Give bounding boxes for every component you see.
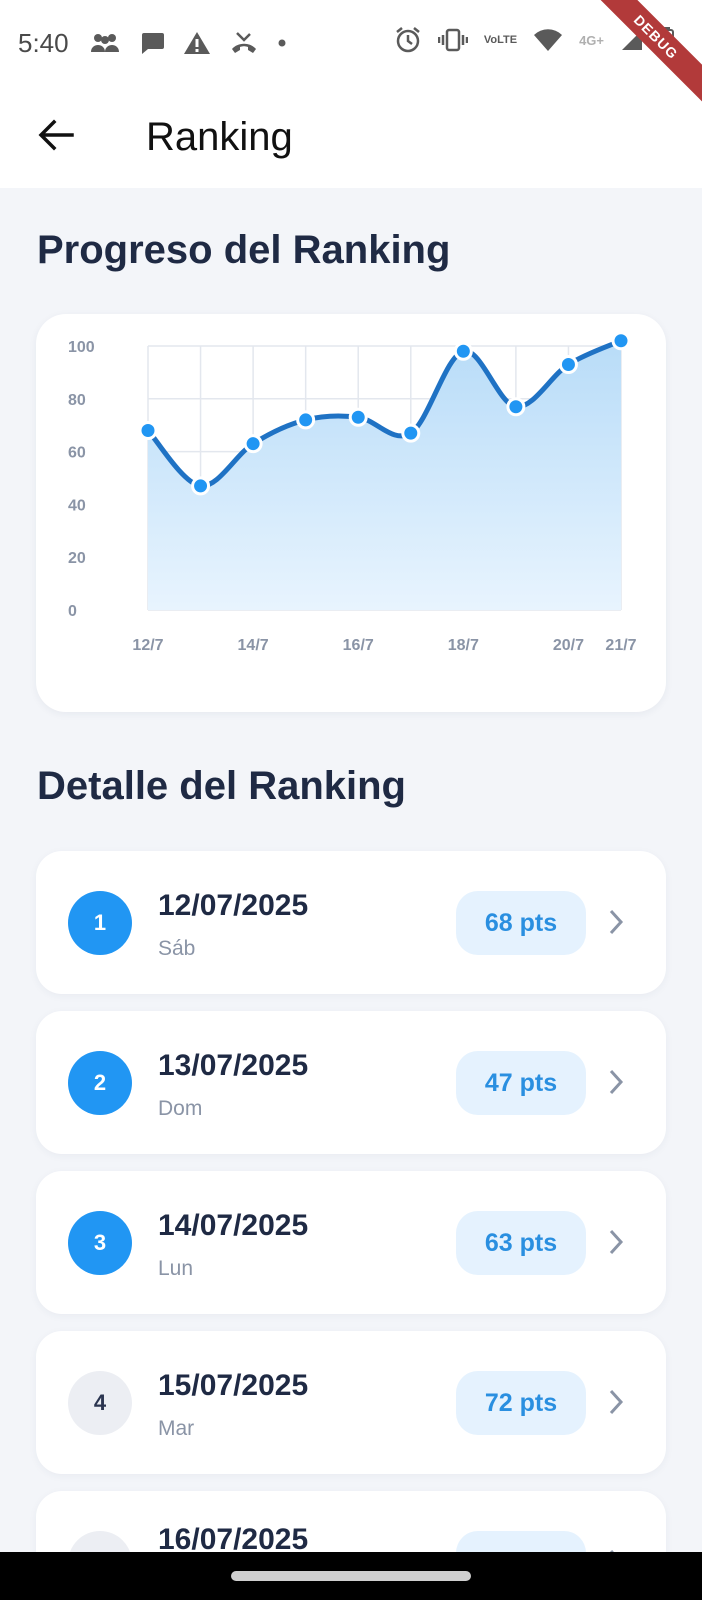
x-tick-label: 16/7 bbox=[343, 637, 374, 654]
back-button[interactable] bbox=[24, 105, 88, 169]
y-tick-label: 80 bbox=[68, 392, 86, 409]
rank-day: Dom bbox=[158, 1097, 203, 1120]
y-tick-label: 100 bbox=[68, 339, 95, 356]
arrow-back-icon bbox=[38, 119, 74, 156]
detail-section-title: Detalle del Ranking bbox=[37, 764, 406, 808]
status-time: 5:40 bbox=[18, 27, 69, 58]
progress-section-title: Progreso del Ranking bbox=[37, 228, 451, 272]
rank-badge: 3 bbox=[68, 1211, 132, 1275]
home-gesture-handle[interactable] bbox=[231, 1571, 471, 1581]
volte-top-label: Vo bbox=[483, 34, 498, 46]
data-point bbox=[138, 420, 158, 440]
page-title: Ranking bbox=[146, 114, 293, 159]
chat-icon bbox=[139, 31, 165, 55]
network-type-label: 4G+ bbox=[579, 32, 604, 48]
warning-icon bbox=[183, 31, 211, 55]
chevron-right-icon bbox=[609, 1389, 624, 1415]
chevron-right-icon bbox=[609, 909, 624, 935]
rank-day: Lun bbox=[158, 1257, 194, 1280]
data-point bbox=[243, 434, 263, 454]
data-point bbox=[611, 331, 631, 351]
points-badge: 68 pts bbox=[456, 891, 586, 955]
y-tick-label: 0 bbox=[68, 603, 77, 620]
x-tick-label: 12/7 bbox=[132, 637, 163, 654]
status-icons-left bbox=[89, 31, 287, 55]
data-point bbox=[506, 397, 526, 417]
ranking-list-item[interactable]: 1 12/07/2025 Sáb 68 pts bbox=[36, 851, 666, 994]
rank-date: 14/07/2025 bbox=[158, 1209, 309, 1242]
rank-badge: 2 bbox=[68, 1051, 132, 1115]
app-bar: Ranking bbox=[0, 86, 702, 188]
rank-day: Sáb bbox=[158, 937, 196, 960]
missed-call-icon bbox=[229, 31, 259, 55]
volte-bottom-label: LTE bbox=[497, 34, 518, 46]
x-tick-label: 18/7 bbox=[448, 637, 479, 654]
status-bar: 5:40 Vo LTE 4G+ bbox=[0, 0, 702, 86]
data-point bbox=[191, 476, 211, 496]
wifi-icon bbox=[533, 28, 563, 52]
x-tick-label: 21/7 bbox=[605, 637, 636, 654]
points-badge: 47 pts bbox=[456, 1051, 586, 1115]
data-point bbox=[453, 341, 473, 361]
data-point bbox=[296, 410, 316, 430]
system-navigation-bar bbox=[0, 1552, 702, 1600]
rank-badge: 1 bbox=[68, 891, 132, 955]
rank-badge: 4 bbox=[68, 1371, 132, 1435]
vibrate-icon bbox=[437, 28, 468, 52]
rank-day: Mar bbox=[158, 1417, 195, 1440]
y-tick-label: 60 bbox=[68, 445, 86, 462]
volte-icon: Vo LTE bbox=[483, 34, 518, 46]
chevron-right-icon bbox=[609, 1229, 624, 1255]
people-icon bbox=[89, 32, 121, 54]
ranking-chart-card: 0 20 40 60 80 100 12/7 14/7 16/7 18/7 20/7 21/7 bbox=[36, 314, 666, 712]
ranking-list-item[interactable]: 2 13/07/2025 Dom 47 pts bbox=[36, 1011, 666, 1154]
y-tick-label: 20 bbox=[68, 550, 86, 567]
x-tick-label: 14/7 bbox=[238, 637, 269, 654]
points-badge: 63 pts bbox=[456, 1211, 586, 1275]
data-point bbox=[558, 354, 578, 374]
data-point bbox=[401, 423, 421, 443]
points-badge: 72 pts bbox=[456, 1371, 586, 1435]
rank-date: 12/07/2025 bbox=[158, 889, 309, 922]
data-point bbox=[348, 407, 368, 427]
chevron-right-icon bbox=[609, 1069, 624, 1095]
rank-date: 13/07/2025 bbox=[158, 1049, 309, 1082]
y-tick-label: 40 bbox=[68, 497, 86, 514]
x-tick-label: 20/7 bbox=[553, 637, 584, 654]
ranking-line-chart: 0 20 40 60 80 100 12/7 14/7 16/7 18/7 20/7 21/7 bbox=[68, 331, 637, 654]
ranking-list-item[interactable]: 3 14/07/2025 Lun 63 pts bbox=[36, 1171, 666, 1314]
alarm-icon bbox=[394, 26, 422, 54]
ranking-list-item[interactable]: 4 15/07/2025 Mar 72 pts bbox=[36, 1331, 666, 1474]
dot-icon bbox=[277, 38, 287, 48]
rank-date: 15/07/2025 bbox=[158, 1369, 309, 1402]
